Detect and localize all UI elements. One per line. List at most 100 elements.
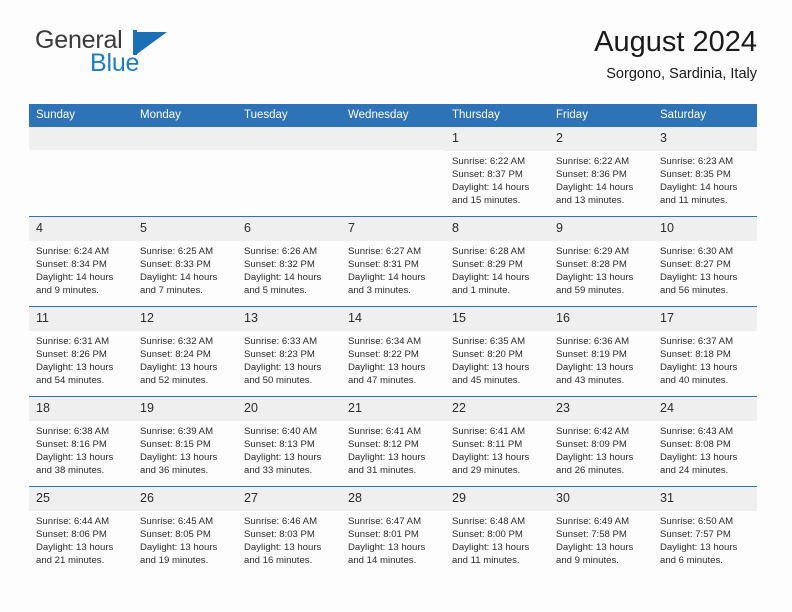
calendar-day-cell[interactable]: 1 Sunrise: 6:22 AM Sunset: 8:37 PM Daylight…	[445, 127, 549, 217]
day-details: Sunrise: 6:44 AM Sunset: 8:06 PM Daylight:…	[29, 511, 133, 568]
sunrise-text: Sunrise: 6:23 AM	[660, 155, 734, 167]
sunrise-text: Sunrise: 6:29 AM	[556, 245, 630, 257]
weekday-header-monday: Monday	[133, 104, 237, 127]
sunset-text: Sunset: 8:18 PM	[660, 348, 731, 360]
calendar-day-cell[interactable]: 16 Sunrise: 6:36 AM Sunset: 8:19 PM Dayligh…	[549, 306, 653, 397]
day-number: 29	[445, 487, 549, 511]
calendar-body: 1 Sunrise: 6:22 AM Sunset: 8:37 PM Daylight…	[29, 127, 757, 576]
sunrise-text: Sunrise: 6:28 AM	[452, 245, 526, 257]
daylight-text: Daylight: 13 hours and 36 minutes.	[140, 451, 218, 477]
calendar-day-cell[interactable]: 5 Sunrise: 6:25 AM Sunset: 8:33 PM Daylight…	[133, 216, 237, 307]
calendar-day-cell[interactable]: 27 Sunrise: 6:46 AM Sunset: 8:03 PM Dayligh…	[237, 486, 341, 576]
calendar-day-cell[interactable]: 9 Sunrise: 6:29 AM Sunset: 8:28 PM Daylight…	[549, 216, 653, 307]
sunrise-text: Sunrise: 6:40 AM	[244, 425, 318, 437]
day-number	[29, 127, 133, 150]
daylight-text: Daylight: 13 hours and 38 minutes.	[36, 451, 114, 477]
sunset-text: Sunset: 7:57 PM	[660, 528, 731, 540]
day-number: 3	[653, 127, 757, 151]
day-details: Sunrise: 6:49 AM Sunset: 7:58 PM Daylight:…	[549, 511, 653, 568]
day-details: Sunrise: 6:28 AM Sunset: 8:29 PM Daylight:…	[445, 241, 549, 298]
calendar-day-cell[interactable]: 12 Sunrise: 6:32 AM Sunset: 8:24 PM Dayligh…	[133, 306, 237, 397]
daylight-text: Daylight: 13 hours and 9 minutes.	[556, 541, 634, 567]
calendar-day-cell[interactable]: 20 Sunrise: 6:40 AM Sunset: 8:13 PM Dayligh…	[237, 396, 341, 487]
weekday-header-tuesday: Tuesday	[237, 104, 341, 127]
calendar-day-cell[interactable]: 21 Sunrise: 6:41 AM Sunset: 8:12 PM Dayligh…	[341, 396, 445, 487]
calendar-day-cell[interactable]: 15 Sunrise: 6:35 AM Sunset: 8:20 PM Dayligh…	[445, 306, 549, 397]
calendar-day-cell[interactable]: 10 Sunrise: 6:30 AM Sunset: 8:27 PM Dayligh…	[653, 216, 757, 307]
brand-logo[interactable]: General Blue	[35, 28, 255, 90]
calendar-day-cell[interactable]: 13 Sunrise: 6:33 AM Sunset: 8:23 PM Dayligh…	[237, 306, 341, 397]
calendar-day-cell-empty	[29, 127, 133, 217]
calendar-week-row: 11 Sunrise: 6:31 AM Sunset: 8:26 PM Dayligh…	[29, 306, 757, 397]
sunrise-text: Sunrise: 6:41 AM	[348, 425, 422, 437]
calendar-day-cell[interactable]: 17 Sunrise: 6:37 AM Sunset: 8:18 PM Dayligh…	[653, 306, 757, 397]
day-number	[237, 127, 341, 150]
sunset-text: Sunset: 8:06 PM	[36, 528, 107, 540]
day-details: Sunrise: 6:32 AM Sunset: 8:24 PM Daylight:…	[133, 331, 237, 388]
day-details: Sunrise: 6:42 AM Sunset: 8:09 PM Daylight:…	[549, 421, 653, 478]
calendar-day-cell[interactable]: 18 Sunrise: 6:38 AM Sunset: 8:16 PM Dayligh…	[29, 396, 133, 487]
day-number	[341, 127, 445, 150]
day-number: 20	[237, 397, 341, 421]
sunset-text: Sunset: 8:31 PM	[348, 258, 419, 270]
calendar-day-cell[interactable]: 14 Sunrise: 6:34 AM Sunset: 8:22 PM Dayligh…	[341, 306, 445, 397]
calendar-day-cell[interactable]: 29 Sunrise: 6:48 AM Sunset: 8:00 PM Dayligh…	[445, 486, 549, 576]
calendar-day-cell[interactable]: 30 Sunrise: 6:49 AM Sunset: 7:58 PM Dayligh…	[549, 486, 653, 576]
daylight-text: Daylight: 14 hours and 11 minutes.	[660, 181, 738, 207]
calendar-week-row: 1 Sunrise: 6:22 AM Sunset: 8:37 PM Daylight…	[29, 127, 757, 217]
daylight-text: Daylight: 13 hours and 40 minutes.	[660, 361, 738, 387]
day-details: Sunrise: 6:22 AM Sunset: 8:37 PM Daylight:…	[445, 151, 549, 208]
sunrise-text: Sunrise: 6:49 AM	[556, 515, 630, 527]
calendar-day-cell[interactable]: 24 Sunrise: 6:43 AM Sunset: 8:08 PM Dayligh…	[653, 396, 757, 487]
sunrise-text: Sunrise: 6:44 AM	[36, 515, 110, 527]
day-details: Sunrise: 6:25 AM Sunset: 8:33 PM Daylight:…	[133, 241, 237, 298]
daylight-text: Daylight: 14 hours and 13 minutes.	[556, 181, 634, 207]
day-details: Sunrise: 6:30 AM Sunset: 8:27 PM Daylight:…	[653, 241, 757, 298]
calendar-day-cell[interactable]: 31 Sunrise: 6:50 AM Sunset: 7:57 PM Dayligh…	[653, 486, 757, 576]
brand-name-bottom: Blue	[90, 49, 140, 77]
calendar-day-cell[interactable]: 22 Sunrise: 6:41 AM Sunset: 8:11 PM Dayligh…	[445, 396, 549, 487]
weekday-header-friday: Friday	[549, 104, 653, 127]
day-number: 4	[29, 217, 133, 241]
day-details: Sunrise: 6:47 AM Sunset: 8:01 PM Daylight:…	[341, 511, 445, 568]
daylight-text: Daylight: 13 hours and 16 minutes.	[244, 541, 322, 567]
calendar-day-cell[interactable]: 25 Sunrise: 6:44 AM Sunset: 8:06 PM Dayligh…	[29, 486, 133, 576]
calendar-day-cell[interactable]: 26 Sunrise: 6:45 AM Sunset: 8:05 PM Dayligh…	[133, 486, 237, 576]
day-details: Sunrise: 6:23 AM Sunset: 8:35 PM Daylight:…	[653, 151, 757, 208]
day-number: 22	[445, 397, 549, 421]
day-details: Sunrise: 6:40 AM Sunset: 8:13 PM Daylight:…	[237, 421, 341, 478]
calendar-day-cell[interactable]: 28 Sunrise: 6:47 AM Sunset: 8:01 PM Dayligh…	[341, 486, 445, 576]
calendar-day-cell[interactable]: 2 Sunrise: 6:22 AM Sunset: 8:36 PM Daylight…	[549, 127, 653, 217]
calendar-day-cell[interactable]: 8 Sunrise: 6:28 AM Sunset: 8:29 PM Daylight…	[445, 216, 549, 307]
page-header: General Blue August 2024 Sorgono, Sardin…	[35, 26, 757, 98]
daylight-text: Daylight: 14 hours and 5 minutes.	[244, 271, 322, 297]
sunrise-text: Sunrise: 6:45 AM	[140, 515, 214, 527]
day-details: Sunrise: 6:46 AM Sunset: 8:03 PM Daylight:…	[237, 511, 341, 568]
daylight-text: Daylight: 14 hours and 7 minutes.	[140, 271, 218, 297]
day-details: Sunrise: 6:48 AM Sunset: 8:00 PM Daylight:…	[445, 511, 549, 568]
calendar-day-cell[interactable]: 7 Sunrise: 6:27 AM Sunset: 8:31 PM Daylight…	[341, 216, 445, 307]
day-number: 7	[341, 217, 445, 241]
sunrise-text: Sunrise: 6:38 AM	[36, 425, 110, 437]
calendar-header-row: Sunday Monday Tuesday Wednesday Thursday…	[29, 104, 757, 127]
daylight-text: Daylight: 13 hours and 54 minutes.	[36, 361, 114, 387]
calendar-day-cell[interactable]: 3 Sunrise: 6:23 AM Sunset: 8:35 PM Daylight…	[653, 127, 757, 217]
calendar-day-cell[interactable]: 23 Sunrise: 6:42 AM Sunset: 8:09 PM Dayligh…	[549, 396, 653, 487]
sunset-text: Sunset: 8:19 PM	[556, 348, 627, 360]
sunrise-text: Sunrise: 6:47 AM	[348, 515, 422, 527]
calendar-day-cell[interactable]: 11 Sunrise: 6:31 AM Sunset: 8:26 PM Dayligh…	[29, 306, 133, 397]
daylight-text: Daylight: 13 hours and 26 minutes.	[556, 451, 634, 477]
calendar-day-cell[interactable]: 6 Sunrise: 6:26 AM Sunset: 8:32 PM Daylight…	[237, 216, 341, 307]
day-number: 14	[341, 307, 445, 331]
daylight-text: Daylight: 13 hours and 6 minutes.	[660, 541, 738, 567]
calendar-day-cell[interactable]: 4 Sunrise: 6:24 AM Sunset: 8:34 PM Daylight…	[29, 216, 133, 307]
daylight-text: Daylight: 13 hours and 21 minutes.	[36, 541, 114, 567]
day-details: Sunrise: 6:38 AM Sunset: 8:16 PM Daylight:…	[29, 421, 133, 478]
calendar-day-cell-empty	[133, 127, 237, 217]
calendar-day-cell[interactable]: 19 Sunrise: 6:39 AM Sunset: 8:15 PM Dayligh…	[133, 396, 237, 487]
sunset-text: Sunset: 8:08 PM	[660, 438, 731, 450]
day-number: 24	[653, 397, 757, 421]
sunrise-text: Sunrise: 6:37 AM	[660, 335, 734, 347]
calendar-table: Sunday Monday Tuesday Wednesday Thursday…	[29, 104, 757, 576]
day-details: Sunrise: 6:26 AM Sunset: 8:32 PM Daylight:…	[237, 241, 341, 298]
